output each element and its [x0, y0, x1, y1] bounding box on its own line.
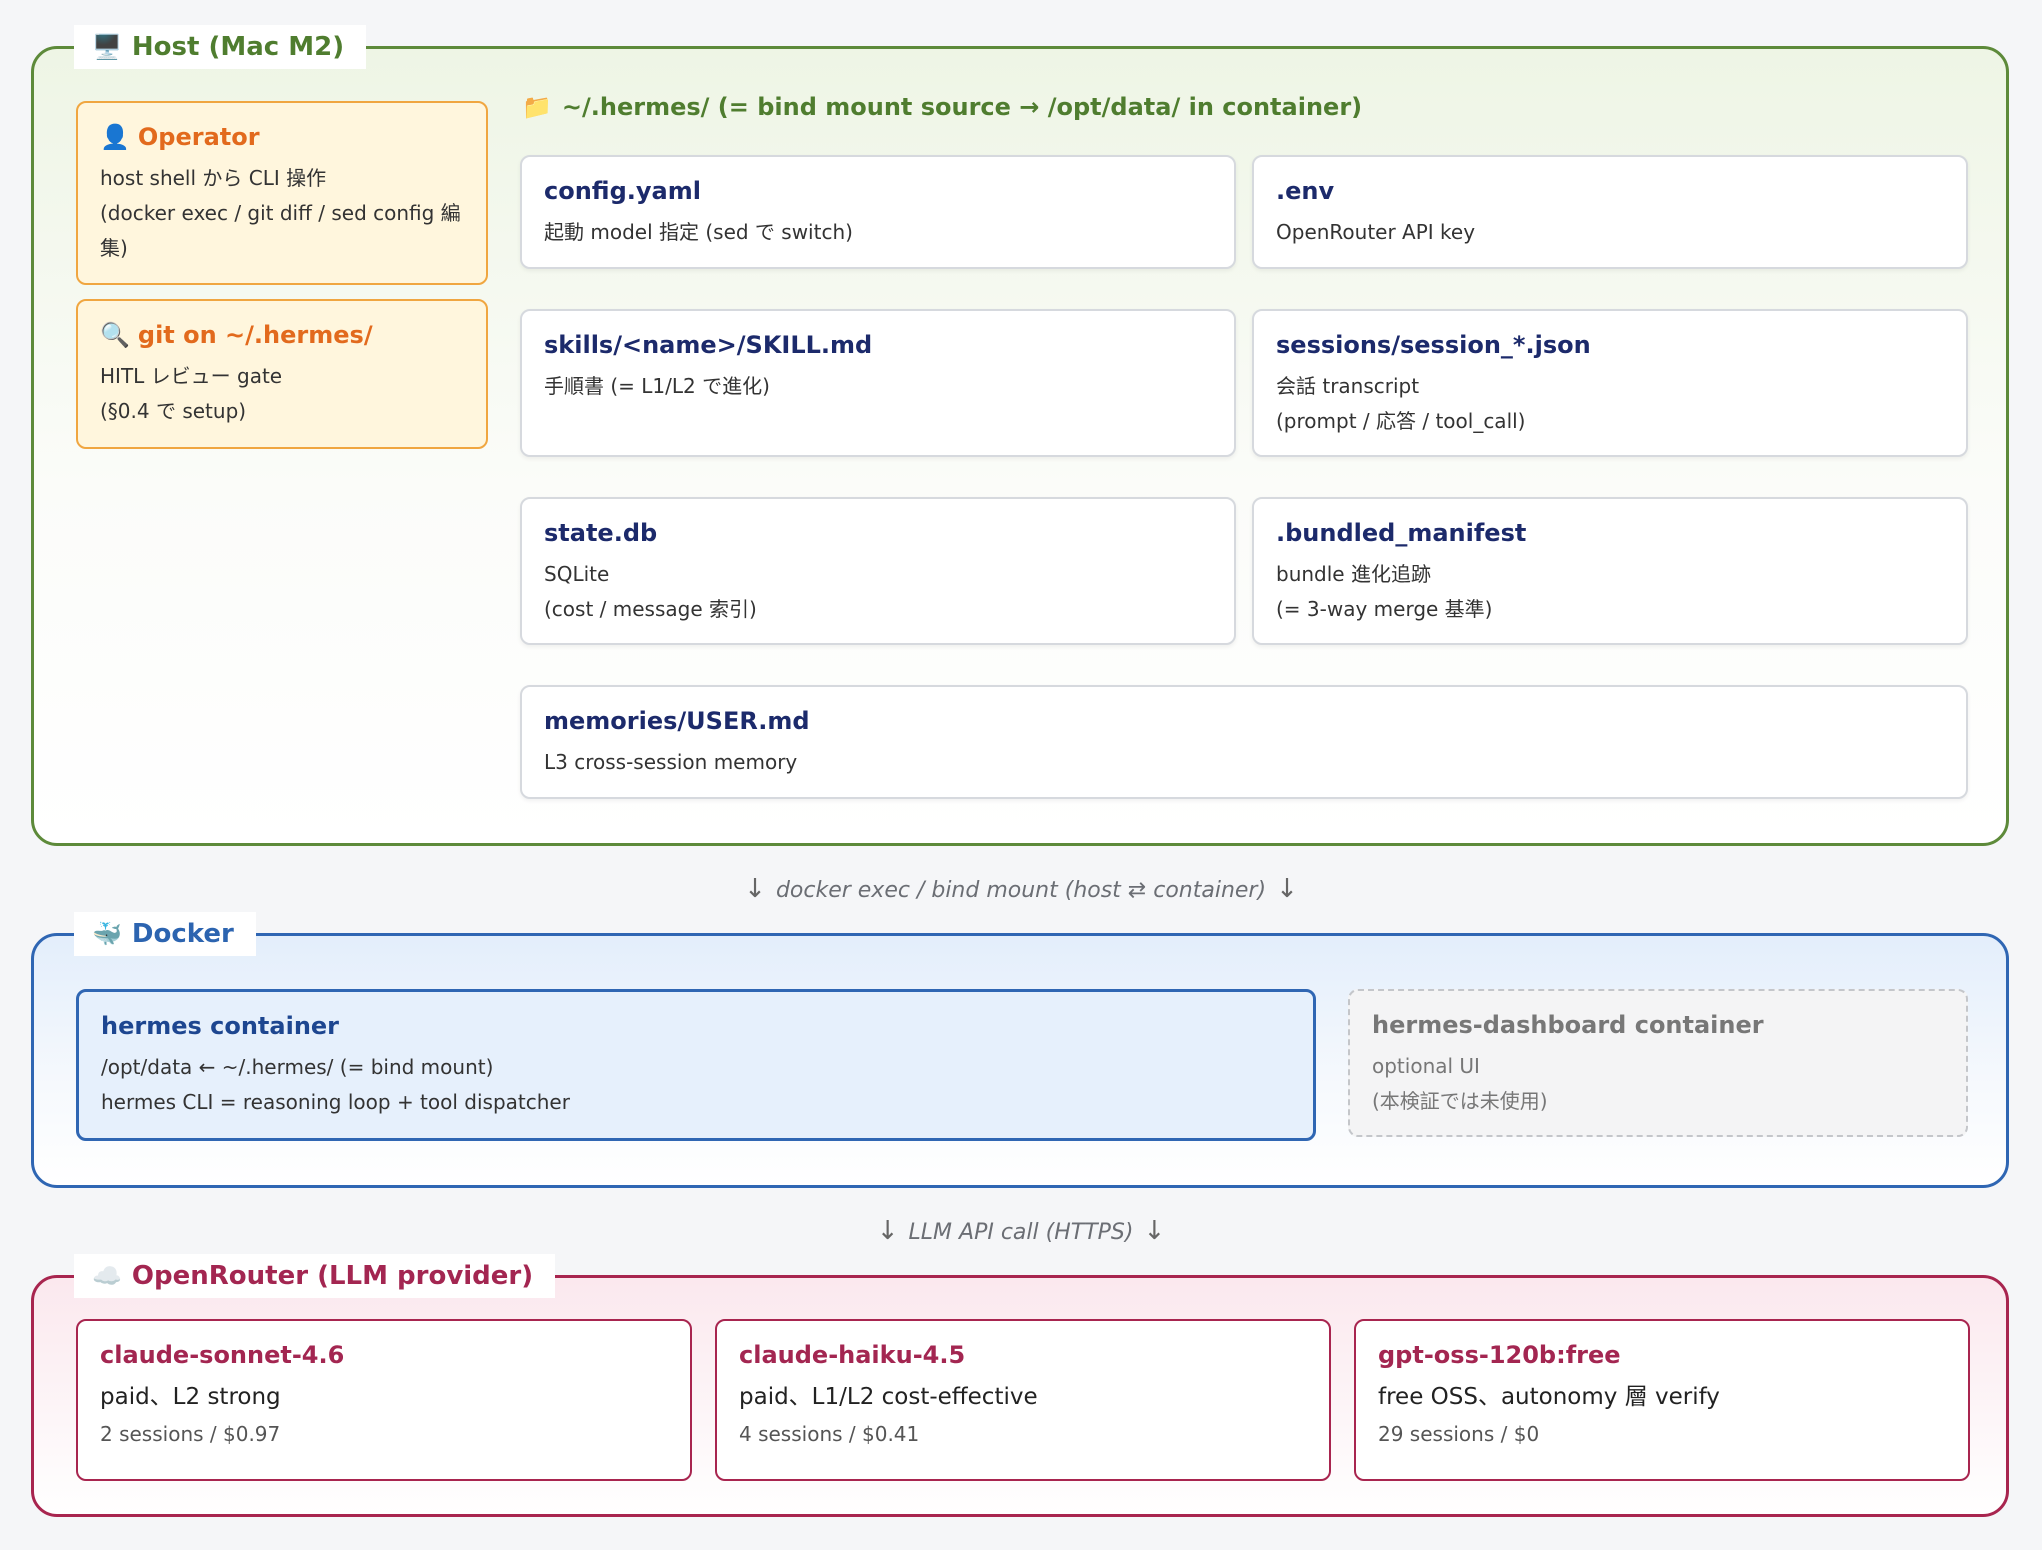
operator-card: 👤 Operator host shell から CLI 操作 (docker …	[76, 101, 488, 285]
file-card-manifest: .bundled_manifest bundle 進化追跡 (= 3-way m…	[1252, 497, 1968, 645]
file-card-env: .env OpenRouter API key	[1252, 155, 1968, 269]
host-panel: 🖥️ Host (Mac M2) 👤 Operator host shell か…	[31, 25, 2009, 846]
file-card-title: memories/USER.md	[544, 707, 810, 735]
arrow-down-icon: ↓	[1276, 874, 1298, 904]
cloud-icon: ☁️	[92, 1262, 122, 1290]
hermes-container-line: /opt/data ← ~/.hermes/ (= bind mount)	[101, 1055, 494, 1079]
dashboard-container-card: hermes-dashboard container optional UI (…	[1348, 989, 1968, 1137]
docker-title-text: Docker	[131, 919, 234, 949]
file-card-statedb: state.db SQLite (cost / message 索引)	[520, 497, 1236, 645]
file-card-title: .env	[1276, 177, 1335, 205]
connector-docker-openrouter-text: LLM API call (HTTPS)	[908, 1220, 1134, 1245]
arrow-down-icon: ↓	[744, 874, 766, 904]
hermes-container-title: hermes container	[101, 1012, 340, 1040]
whale-icon: 🐳	[92, 920, 122, 948]
hermes-dir-header: 📁 ~/.hermes/ (= bind mount source → /opt…	[522, 93, 1362, 121]
model-desc: free OSS、autonomy 層 verify	[1378, 1384, 1720, 1410]
file-card-line: 起動 model 指定 (sed で switch)	[544, 220, 853, 244]
file-card-line: bundle 進化追跡	[1276, 562, 1431, 586]
operator-title-text: Operator	[137, 123, 260, 151]
file-card-sessions: sessions/session_*.json 会話 transcript (p…	[1252, 309, 1968, 457]
model-stats: 2 sessions / $0.97	[100, 1422, 281, 1446]
file-card-line: SQLite	[544, 562, 610, 586]
connector-host-docker-text: docker exec / bind mount (host ⇄ contain…	[775, 878, 1267, 903]
connector-host-docker: ↓ docker exec / bind mount (host ⇄ contai…	[0, 874, 2042, 904]
model-stats: 4 sessions / $0.41	[739, 1422, 920, 1446]
arrow-down-icon: ↓	[876, 1216, 899, 1246]
person-icon: 👤	[100, 123, 130, 151]
model-card-haiku: claude-haiku-4.5 paid、L1/L2 cost-effecti…	[715, 1319, 1331, 1481]
git-card-title: 🔍 git on ~/.hermes/	[100, 321, 464, 349]
host-title-text: Host (Mac M2)	[131, 32, 345, 62]
model-name: gpt-oss-120b:free	[1378, 1341, 1621, 1369]
git-line-2: (§0.4 で setup)	[100, 399, 247, 423]
hermes-dir-header-text: ~/.hermes/ (= bind mount source → /opt/d…	[561, 93, 1363, 121]
openrouter-panel-title: ☁️ OpenRouter (LLM provider)	[74, 1254, 556, 1298]
connector-docker-openrouter: ↓ LLM API call (HTTPS) ↓	[0, 1216, 2042, 1246]
model-desc: paid、L2 strong	[100, 1384, 281, 1410]
docker-panel-title: 🐳 Docker	[74, 912, 256, 956]
host-panel-title: 🖥️ Host (Mac M2)	[74, 25, 367, 69]
model-card-sonnet: claude-sonnet-4.6 paid、L2 strong 2 sessi…	[76, 1319, 692, 1481]
model-card-gptoss: gpt-oss-120b:free free OSS、autonomy 層 ve…	[1354, 1319, 1970, 1481]
dashboard-container-line: (本検証では未使用)	[1372, 1089, 1548, 1113]
file-card-line: L3 cross-session memory	[544, 750, 798, 774]
operator-line-2: (docker exec / git diff / sed config 編	[100, 201, 461, 225]
desktop-computer-icon: 🖥️	[92, 33, 122, 61]
file-card-line: (prompt / 応答 / tool_call)	[1276, 409, 1526, 433]
operator-line-1: host shell から CLI 操作	[100, 166, 327, 190]
model-name: claude-haiku-4.5	[739, 1341, 966, 1369]
model-name: claude-sonnet-4.6	[100, 1341, 345, 1369]
dashboard-container-line: optional UI	[1372, 1054, 1480, 1078]
git-title-text: git on ~/.hermes/	[137, 321, 373, 349]
arrow-down-icon: ↓	[1143, 1216, 1166, 1246]
docker-panel: 🐳 Docker hermes container /opt/data ← ~/…	[31, 912, 2009, 1188]
git-card: 🔍 git on ~/.hermes/ HITL レビュー gate (§0.4…	[76, 299, 488, 449]
operator-card-title: 👤 Operator	[100, 123, 464, 151]
operator-line-3: 集)	[100, 236, 128, 260]
git-line-1: HITL レビュー gate	[100, 364, 283, 388]
model-stats: 29 sessions / $0	[1378, 1422, 1540, 1446]
file-card-line: 会話 transcript	[1276, 374, 1420, 398]
magnifier-icon: 🔍	[100, 321, 130, 349]
file-card-line: (= 3-way merge 基準)	[1276, 597, 1493, 621]
file-card-config: config.yaml 起動 model 指定 (sed で switch)	[520, 155, 1236, 269]
openrouter-title-text: OpenRouter (LLM provider)	[131, 1261, 534, 1291]
hermes-container-line: hermes CLI = reasoning loop + tool dispa…	[101, 1090, 570, 1114]
file-card-line: OpenRouter API key	[1276, 220, 1476, 244]
dashboard-container-title: hermes-dashboard container	[1372, 1011, 1764, 1039]
file-card-title: config.yaml	[544, 177, 701, 205]
file-card-title: sessions/session_*.json	[1276, 331, 1591, 359]
openrouter-panel: ☁️ OpenRouter (LLM provider) claude-sonn…	[31, 1254, 2009, 1517]
hermes-container-card: hermes container /opt/data ← ~/.hermes/ …	[76, 989, 1316, 1141]
file-card-title: .bundled_manifest	[1276, 519, 1527, 547]
folder-icon: 📁	[522, 93, 552, 121]
file-card-title: skills/<name>/SKILL.md	[544, 331, 873, 359]
file-card-line: (cost / message 索引)	[544, 597, 757, 621]
model-desc: paid、L1/L2 cost-effective	[739, 1384, 1038, 1410]
file-card-skills: skills/<name>/SKILL.md 手順書 (= L1/L2 で進化)	[520, 309, 1236, 457]
file-card-title: state.db	[544, 519, 658, 547]
file-card-line: 手順書 (= L1/L2 で進化)	[544, 374, 770, 398]
file-card-memories: memories/USER.md L3 cross-session memory	[520, 685, 1968, 799]
